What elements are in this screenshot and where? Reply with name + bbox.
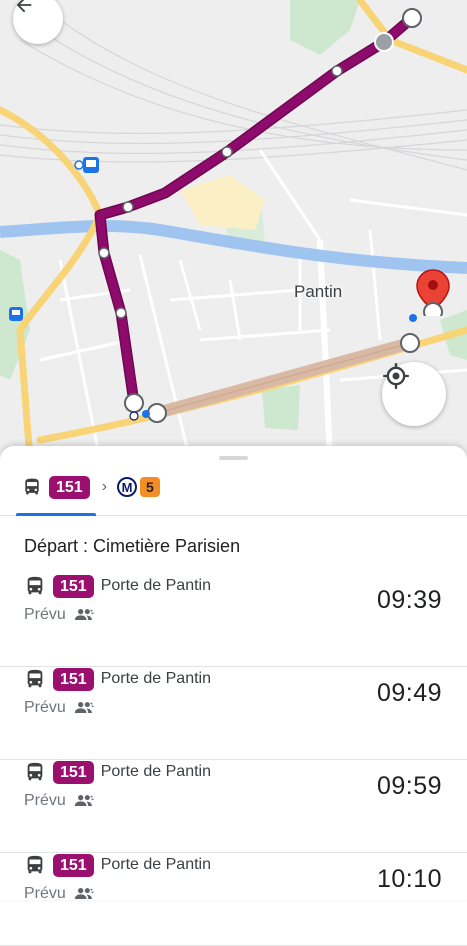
metro-icon: M bbox=[117, 477, 138, 497]
bus-line-badge: 151 bbox=[53, 574, 94, 598]
drag-handle[interactable] bbox=[219, 456, 248, 460]
departure-stop-title: Départ : Cimetière Parisien bbox=[24, 536, 241, 556]
chevron-right-icon: › bbox=[101, 478, 108, 495]
map-place-label: Pantin bbox=[294, 282, 343, 301]
my-location-button[interactable] bbox=[382, 362, 446, 426]
departure-time: 09:39 bbox=[376, 586, 442, 614]
tab-route-summary[interactable]: 151 › M 5 bbox=[22, 472, 160, 502]
crowd-level-icon bbox=[74, 609, 94, 620]
departure-time: 10:10 bbox=[376, 865, 442, 893]
status-label: Prévu bbox=[24, 699, 66, 716]
destination-label: Porte de Pantin bbox=[100, 670, 211, 687]
departure-time: 09:49 bbox=[376, 679, 442, 707]
bus-icon bbox=[25, 478, 39, 495]
bus-line-badge: 151 bbox=[53, 760, 94, 784]
arrow-left-icon bbox=[16, 0, 32, 13]
destination-label: Porte de Pantin bbox=[100, 577, 211, 594]
bottom-sheet[interactable]: 151 › M 5 Départ : Cimetière Parisien 15… bbox=[0, 446, 467, 946]
destination-label: Porte de Pantin bbox=[100, 763, 211, 780]
map-view[interactable]: Pantin bbox=[0, 0, 467, 460]
departure-row[interactable]: 151 Porte de Pantin Prévu 09:49 bbox=[0, 667, 467, 760]
departure-row[interactable]: 151 Porte de Pantin Prévu 09:39 bbox=[0, 574, 467, 667]
bus-line-badge: 151 bbox=[53, 667, 94, 691]
my-location-icon bbox=[383, 363, 409, 389]
status-label: Prévu bbox=[24, 792, 66, 809]
departure-time: 09:59 bbox=[376, 772, 442, 800]
destination-label: Porte de Pantin bbox=[100, 856, 211, 873]
crowd-level-icon bbox=[74, 702, 94, 713]
bus-line-badge: 151 bbox=[49, 475, 90, 499]
status-label: Prévu bbox=[24, 606, 66, 623]
bus-icon bbox=[27, 855, 43, 874]
route-tab-bar: 151 › M 5 bbox=[0, 468, 467, 516]
crowd-level-icon bbox=[74, 795, 94, 806]
departure-row[interactable]: 151 Porte de Pantin Prévu 09:59 bbox=[0, 760, 467, 853]
crowd-level-icon bbox=[74, 888, 94, 899]
bus-icon bbox=[27, 669, 43, 688]
metro-line-badge: 5 bbox=[140, 477, 160, 497]
bus-icon bbox=[27, 576, 43, 595]
status-label: Prévu bbox=[24, 885, 66, 902]
tab-active-indicator bbox=[16, 513, 96, 516]
bus-icon bbox=[27, 762, 43, 781]
bus-line-badge: 151 bbox=[53, 853, 94, 877]
